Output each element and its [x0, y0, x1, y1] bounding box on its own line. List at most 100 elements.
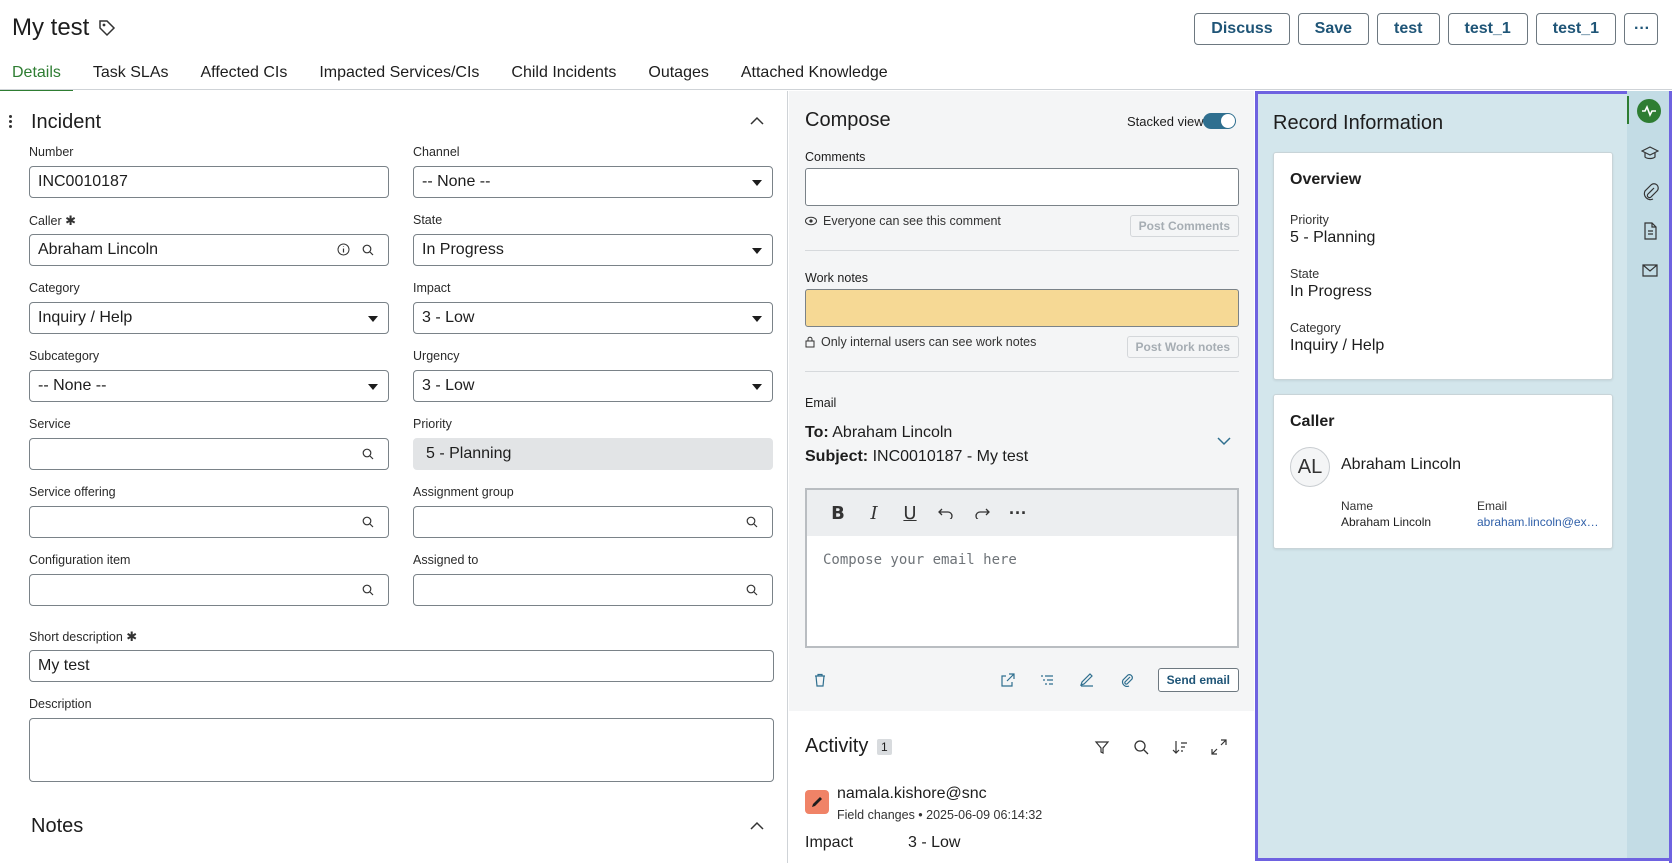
- mail-icon[interactable]: [1641, 261, 1659, 279]
- save-button[interactable]: Save: [1297, 13, 1370, 45]
- caller-name[interactable]: Abraham Lincoln: [1341, 456, 1461, 474]
- caller-card: Caller AL Abraham Lincoln Name Abraham L…: [1273, 394, 1613, 549]
- search-icon[interactable]: [362, 448, 374, 460]
- search-icon[interactable]: [362, 584, 374, 596]
- divider: [805, 371, 1239, 372]
- send-email-button[interactable]: Send email: [1157, 668, 1239, 692]
- assigned-to-field: Assigned to: [413, 553, 773, 606]
- subcategory-select[interactable]: -- None --: [29, 370, 389, 402]
- redo-icon[interactable]: [971, 502, 993, 524]
- post-work-notes-button[interactable]: Post Work notes: [1126, 336, 1239, 358]
- post-comments-button[interactable]: Post Comments: [1129, 215, 1239, 237]
- subject-value: INC0010187 - My test: [872, 448, 1029, 465]
- work-notes-textarea[interactable]: [805, 289, 1239, 327]
- more-options-icon[interactable]: ···: [1007, 502, 1029, 524]
- signature-icon[interactable]: [1080, 673, 1094, 687]
- chevron-down-icon[interactable]: [1217, 436, 1231, 446]
- description-textarea[interactable]: [29, 718, 774, 782]
- search-icon[interactable]: [746, 516, 758, 528]
- document-icon[interactable]: [1641, 222, 1659, 240]
- test-1-button[interactable]: test_1: [1447, 13, 1528, 45]
- category-select[interactable]: Inquiry / Help: [29, 302, 389, 334]
- caret-down-icon: [368, 316, 378, 322]
- section-menu-icon[interactable]: [9, 113, 15, 131]
- more-actions-button[interactable]: ···: [1624, 13, 1658, 45]
- activity-title: Activity: [805, 735, 869, 757]
- work-notes-label: Work notes: [805, 271, 868, 285]
- email-link[interactable]: abraham.lincoln@exa...: [1477, 515, 1599, 529]
- compose-panel: Compose Stacked view Comments Everyone c…: [789, 91, 1254, 711]
- editor-placeholder[interactable]: Compose your email here: [807, 536, 1237, 584]
- assignment-group-input[interactable]: [413, 506, 773, 538]
- work-notes-hint: Only internal users can see work notes: [805, 335, 1036, 349]
- tab-outages[interactable]: Outages: [636, 60, 720, 92]
- field-label: State: [413, 213, 443, 227]
- graduation-cap-icon[interactable]: [1641, 144, 1659, 162]
- undo-icon[interactable]: [935, 502, 957, 524]
- filter-icon[interactable]: [1094, 739, 1110, 755]
- configuration-item-input[interactable]: [29, 574, 389, 606]
- avatar: AL: [1290, 447, 1330, 487]
- search-icon[interactable]: [746, 584, 758, 596]
- tab-details[interactable]: Details: [0, 60, 73, 92]
- search-icon[interactable]: [362, 516, 374, 528]
- field-label: Category: [29, 281, 80, 295]
- caller-input[interactable]: Abraham Lincoln: [29, 234, 389, 266]
- channel-select[interactable]: -- None --: [413, 166, 773, 198]
- comments-textarea[interactable]: [805, 168, 1239, 206]
- test-button[interactable]: test: [1377, 13, 1440, 45]
- service-field: Service: [29, 417, 389, 470]
- eye-icon: [805, 216, 817, 226]
- tab-affected-cis[interactable]: Affected CIs: [189, 60, 300, 92]
- trash-icon[interactable]: [813, 673, 827, 687]
- caller-label: Caller: [29, 214, 62, 228]
- field-label: Impact: [413, 281, 451, 295]
- name-value: Abraham Lincoln: [1341, 515, 1432, 529]
- activity-panel: Activity 1 namala.kishore@snc Field chan…: [789, 711, 1254, 863]
- record-info-rail-button[interactable]: [1637, 99, 1661, 123]
- list-icon[interactable]: [1040, 673, 1054, 687]
- impact-select[interactable]: 3 - Low: [413, 302, 773, 334]
- assignment-group-field: Assignment group: [413, 485, 773, 538]
- comments-label: Comments: [805, 150, 866, 164]
- sort-icon[interactable]: [1172, 739, 1188, 755]
- tab-attached-knowledge[interactable]: Attached Knowledge: [729, 60, 900, 92]
- field-label: Configuration item: [29, 553, 131, 567]
- urgency-select[interactable]: 3 - Low: [413, 370, 773, 402]
- attachment-icon[interactable]: [1641, 183, 1659, 201]
- chevron-up-icon[interactable]: [750, 116, 764, 126]
- tab-impacted-services[interactable]: Impacted Services/CIs: [307, 60, 491, 92]
- compose-title: Compose: [805, 109, 891, 131]
- bold-icon[interactable]: B: [827, 502, 849, 524]
- email-actions: Send email: [805, 668, 1239, 692]
- info-icon[interactable]: [337, 243, 350, 256]
- external-link-icon[interactable]: [1001, 673, 1015, 687]
- chevron-up-icon[interactable]: [750, 821, 764, 831]
- expand-icon[interactable]: [1211, 739, 1227, 755]
- caller-field: Caller ✱ Abraham Lincoln: [29, 213, 389, 266]
- service-input[interactable]: [29, 438, 389, 470]
- lock-icon: [805, 336, 815, 348]
- attachment-icon[interactable]: [1120, 673, 1134, 687]
- short-description-input[interactable]: My test: [29, 650, 774, 682]
- number-input[interactable]: INC0010187: [29, 166, 389, 198]
- tab-task-slas[interactable]: Task SLAs: [81, 60, 181, 92]
- tag-icon[interactable]: [98, 19, 116, 37]
- header-actions: Discuss Save test test_1 test_1 ···: [1194, 13, 1658, 45]
- search-icon[interactable]: [362, 244, 374, 256]
- comments-hint-text: Everyone can see this comment: [823, 214, 1001, 228]
- service-offering-input[interactable]: [29, 506, 389, 538]
- italic-icon[interactable]: I: [863, 502, 885, 524]
- assigned-to-input[interactable]: [413, 574, 773, 606]
- search-icon[interactable]: [1133, 739, 1149, 755]
- test-1-button-2[interactable]: test_1: [1535, 13, 1616, 45]
- underline-icon[interactable]: U: [899, 502, 921, 524]
- active-indicator: [1627, 96, 1629, 124]
- required-icon: ✱: [126, 629, 138, 644]
- caret-down-icon: [368, 384, 378, 390]
- activity-meta: Field changes • 2025-06-09 06:14:32: [837, 808, 1043, 822]
- discuss-button[interactable]: Discuss: [1194, 13, 1290, 45]
- state-select[interactable]: In Progress: [413, 234, 773, 266]
- tab-child-incidents[interactable]: Child Incidents: [499, 60, 628, 92]
- stacked-view-toggle[interactable]: [1203, 113, 1236, 129]
